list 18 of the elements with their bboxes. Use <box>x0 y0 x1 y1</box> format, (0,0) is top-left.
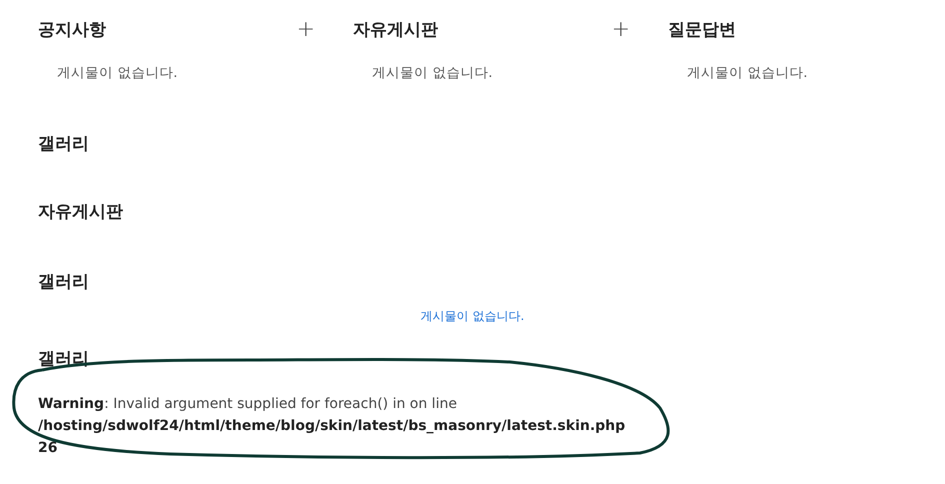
warning-label: Warning <box>38 396 104 412</box>
empty-message: 게시물이 없습니다. <box>57 64 179 82</box>
section-title: 자유게시판 <box>38 201 124 224</box>
line-number: 26 <box>38 439 58 458</box>
add-button[interactable]: + <box>612 16 630 42</box>
file-path: /hosting/sdwolf24/html/theme/blog/skin/latest/bs_masonry/latest.skin.php <box>38 417 626 436</box>
board-title: 질문답변 <box>668 18 736 40</box>
board-title: 공지사항 <box>38 18 106 40</box>
section-title: 갤러리 <box>38 133 90 156</box>
section-title: 갤러리 <box>38 348 90 371</box>
warning-text: on line <box>410 396 457 412</box>
empty-message: 게시물이 없습니다. <box>372 64 494 82</box>
board-title: 자유게시판 <box>353 18 438 40</box>
add-button[interactable]: + <box>296 16 315 42</box>
empty-message: 게시물이 없습니다. <box>420 309 524 323</box>
warning-message: : Invalid argument supplied for foreach() in <box>104 396 406 412</box>
section-title: 갤러리 <box>38 271 90 294</box>
empty-message: 게시물이 없습니다. <box>687 64 809 82</box>
